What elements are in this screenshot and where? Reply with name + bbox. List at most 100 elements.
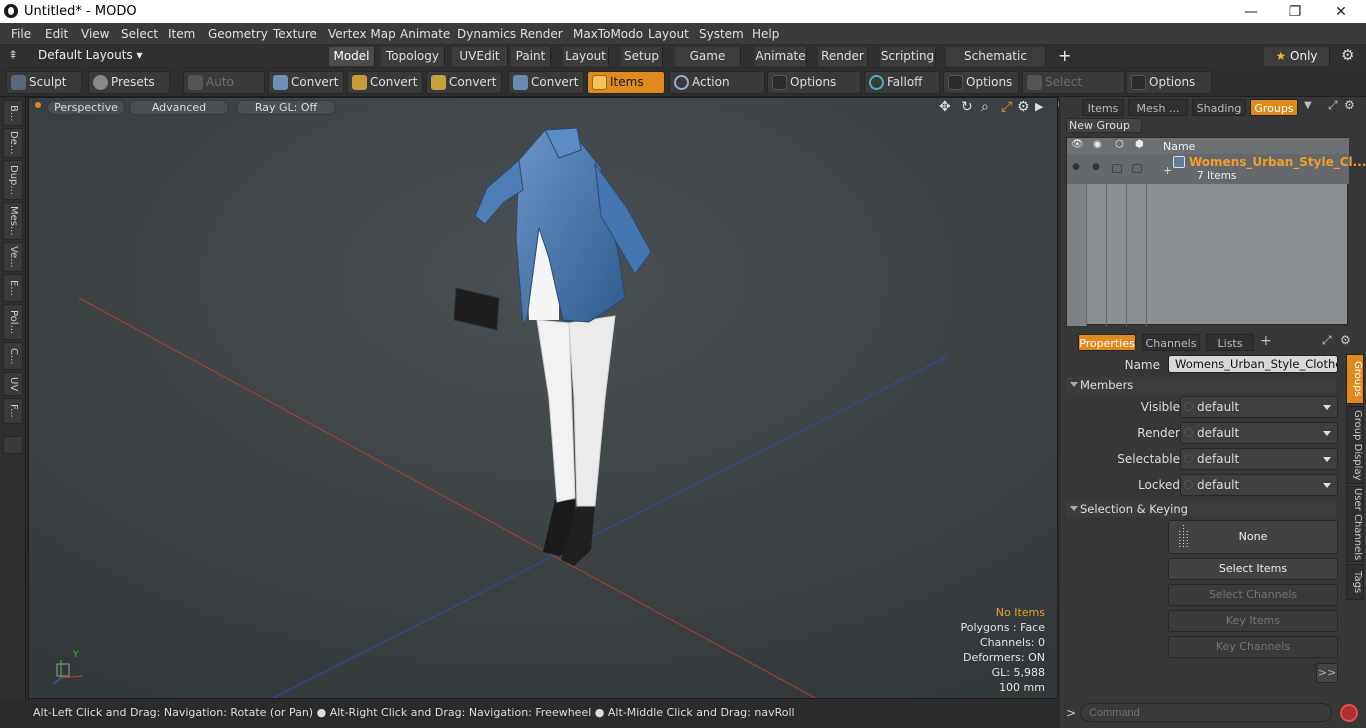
tab-mesh[interactable]: Mesh ... [1128,99,1188,116]
menu-system[interactable]: System [699,27,744,41]
menu-file[interactable]: File [11,27,31,41]
auto-select-button[interactable]: Auto Select [183,71,265,110]
sculpt-button[interactable]: Sculpt [6,71,82,94]
new-group-button[interactable]: New Group [1066,118,1142,133]
side-tab-tags[interactable]: Tags [1346,564,1364,600]
menu-edit[interactable]: Edit [45,27,68,41]
tab-items[interactable]: Items [1082,99,1124,116]
select-channels-button[interactable]: Select Channels [1168,584,1338,606]
presets-button[interactable]: Presets F6 [88,71,170,110]
menu-animate[interactable]: Animate [400,27,450,41]
strip-tab-polygon[interactable]: Pol... [3,304,23,340]
tab-overflow-icon[interactable]: ▼ [1304,100,1312,111]
convert-button-3[interactable]: Convert [426,71,502,94]
tab-game-tools[interactable]: Game Tools [675,47,741,82]
locked-dropdown[interactable]: default [1180,474,1338,496]
tab-schematic-fusion[interactable]: Schematic Fusion [946,47,1046,82]
group-name[interactable]: Womens_Urban_Style_Cl... [1189,155,1366,169]
add-tab-icon[interactable]: + [1260,333,1272,349]
row-lock-checkbox[interactable] [1112,164,1122,173]
row-select-checkbox[interactable] [1132,164,1142,173]
expand-properties-icon[interactable]: ⤢ [1322,333,1332,348]
tab-setup[interactable]: Setup [621,47,663,66]
options-button-2[interactable]: Options [943,71,1019,94]
strip-tab-fusion[interactable]: F... [3,398,23,424]
selection-keying-section[interactable]: Selection & Keying [1066,501,1336,517]
menu-geometry[interactable]: Geometry [208,27,268,41]
properties-gear-icon[interactable]: ⚙ [1340,333,1351,347]
gear-icon[interactable]: ⚙ [1341,46,1354,64]
strip-tab-edge[interactable]: E... [3,274,23,302]
strip-tab-mesh[interactable]: Mes... [3,202,23,240]
row-eye-icon[interactable]: ● [1072,162,1080,172]
options-button-1[interactable]: Options [767,71,861,94]
tab-shading[interactable]: Shading [1192,99,1246,116]
panel-gear-icon[interactable]: ⚙ [1344,98,1355,112]
tab-properties[interactable]: Properties [1078,334,1136,351]
rotate-icon[interactable]: ↻ [961,99,973,115]
strip-tab-duplicate[interactable]: Dup... [3,160,23,200]
select-through-button[interactable]: Select Through [1022,71,1125,110]
strip-expand-button[interactable] [3,436,23,454]
raygl-toggle[interactable]: Ray GL: Off [236,100,336,115]
tab-render[interactable]: Render [818,47,868,66]
maximize-button[interactable]: ❐ [1272,2,1318,22]
tab-uvedit[interactable]: UVEdit [452,47,508,66]
render-dropdown[interactable]: default [1180,422,1338,444]
tab-channels[interactable]: Channels [1142,334,1200,351]
tab-topology[interactable]: Topology [381,47,445,66]
menu-select[interactable]: Select [121,27,158,41]
menu-texture[interactable]: Texture [273,27,317,41]
side-tab-user-channels[interactable]: User Channels [1346,486,1364,562]
options-button-3[interactable]: Options [1126,71,1212,94]
expand-plus-icon[interactable]: + [1163,164,1172,177]
menu-view[interactable]: View [81,27,109,41]
viewport-menu-arrow-icon[interactable]: ▶ [1035,100,1043,113]
expand-panel-icon[interactable]: ⤢ [1328,98,1338,113]
command-input[interactable] [1080,703,1332,722]
items-mode-button[interactable]: Items [587,71,665,94]
record-icon[interactable] [1340,704,1358,722]
tab-animate[interactable]: Animate [755,47,807,66]
convert-button-4[interactable]: Convert [508,71,584,94]
tab-layout[interactable]: Layout [563,47,609,66]
row-render-icon[interactable]: ● [1092,162,1100,172]
close-button[interactable]: ✕ [1318,2,1364,22]
fit-icon[interactable]: ⤢ [1001,99,1012,115]
strip-tab-basic[interactable]: B... [3,100,23,126]
pan-icon[interactable]: ✥ [939,99,951,115]
default-layouts-dropdown[interactable]: Default Layouts ▾ [38,48,143,62]
none-button[interactable]: :::::::::: None [1168,520,1338,554]
members-section[interactable]: Members [1066,377,1336,393]
tab-scripting[interactable]: Scripting [880,47,936,66]
side-tab-groups[interactable]: Groups [1346,354,1364,404]
viewport-gear-icon[interactable]: ⚙ [1017,99,1030,115]
convert-button-1[interactable]: Convert [268,71,344,94]
more-button[interactable]: >> [1316,663,1338,683]
strip-tab-deform[interactable]: De... [3,128,23,158]
groups-list[interactable]: 👁 ◉ ⬡ ⬢ Name ● ● + Womens_Urban_Style_Cl… [1066,137,1366,326]
menu-help[interactable]: Help [752,27,779,41]
menu-vertex-map[interactable]: Vertex Map [328,27,396,41]
select-items-button[interactable]: Select Items [1168,558,1338,580]
key-channels-button[interactable]: Key Channels [1168,636,1338,658]
strip-tab-vertex[interactable]: Ve... [3,242,23,272]
strip-tab-curve[interactable]: C... [3,342,23,370]
minimize-button[interactable]: — [1228,2,1274,22]
action-center-button[interactable]: Action Center [669,71,765,110]
only-toggle[interactable]: ★ Only [1264,47,1330,66]
group-name-field[interactable]: Womens_Urban_Style_Clothes_v [1168,355,1338,373]
menu-layout[interactable]: Layout [648,27,689,41]
shading-mode-dropdown[interactable]: Advanced [129,100,229,115]
side-tab-group-display[interactable]: Group Display [1346,406,1364,484]
menu-maxtomodo[interactable]: MaxToModo [573,27,643,41]
perspective-dropdown[interactable]: Perspective [47,100,125,115]
strip-tab-uv[interactable]: UV [3,372,23,396]
group-row[interactable]: ● ● + Womens_Urban_Style_Cl... 7 Items [1067,154,1366,184]
selectable-dropdown[interactable]: default [1180,448,1338,470]
tab-paint[interactable]: Paint [511,47,551,66]
zoom-icon[interactable]: ⌕ [981,99,989,115]
3d-viewport[interactable]: Perspective Advanced Ray GL: Off ✥ ↻ ⌕ ⤢… [28,97,1058,699]
tab-groups[interactable]: Groups [1250,99,1298,116]
collapse-arrow-icon[interactable]: ⇞ [8,48,18,62]
